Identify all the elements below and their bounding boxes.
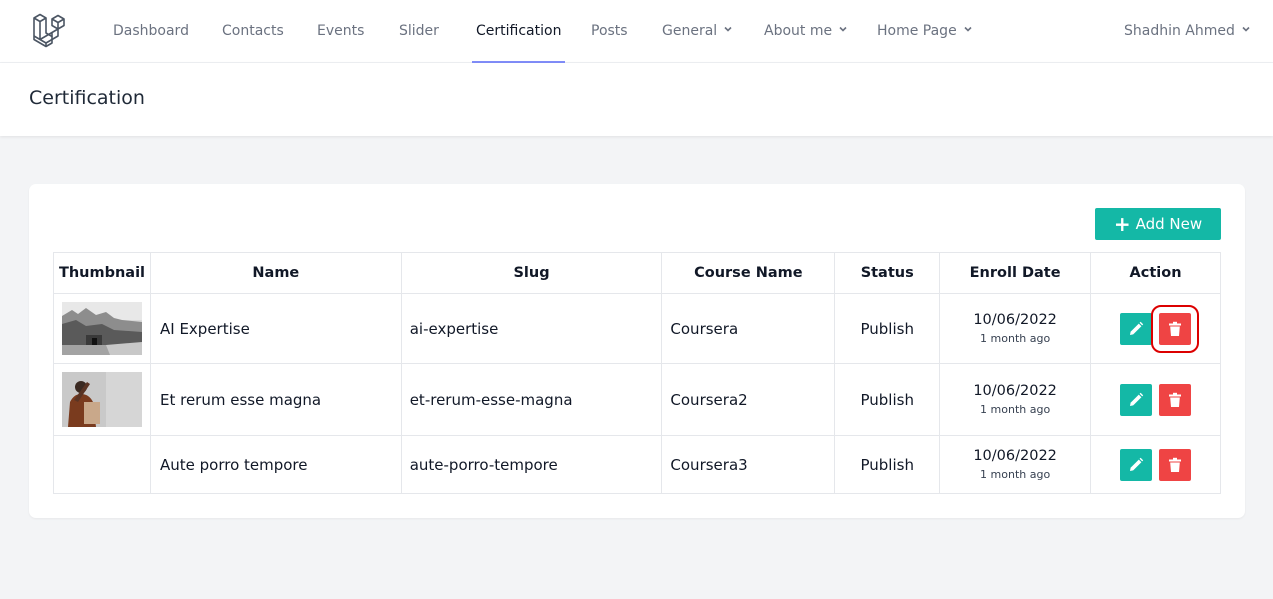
delete-button[interactable] <box>1159 383 1192 416</box>
thumbnail-cell <box>53 435 151 494</box>
column-header-slug: Slug <box>400 252 663 294</box>
pencil-icon <box>1130 392 1144 406</box>
nav-dashboard[interactable]: Dashboard <box>113 0 189 63</box>
slug-cell: ai-expertise <box>400 293 663 364</box>
nav-slider[interactable]: Slider <box>399 0 439 63</box>
nav-homepage-label: Home Page <box>877 23 957 39</box>
trash-icon <box>1169 457 1182 472</box>
column-header-action: Action <box>1090 252 1221 294</box>
thumbnail-image[interactable] <box>62 302 142 355</box>
table-header-row: Thumbnail Name Slug Course Name Status E… <box>53 252 1221 294</box>
action-cell <box>1090 363 1221 436</box>
enroll-date-cell: 10/06/2022 1 month ago <box>939 363 1092 436</box>
nav-about-label: About me <box>764 23 833 39</box>
table-row: AI Expertise ai-expertise Coursera Publi… <box>53 293 1221 364</box>
status-cell: Publish <box>834 363 941 436</box>
thumbnail-cell <box>53 293 151 364</box>
column-header-status: Status <box>834 252 941 294</box>
nav-contacts[interactable]: Contacts <box>222 0 284 63</box>
edit-button[interactable] <box>1120 383 1153 416</box>
add-new-label: Add New <box>1135 215 1203 233</box>
nav-certification[interactable]: Certification <box>471 0 566 63</box>
enroll-date-cell: 10/06/2022 1 month ago <box>939 435 1092 494</box>
edit-button[interactable] <box>1120 312 1153 345</box>
course-cell: Coursera2 <box>661 363 836 436</box>
enroll-date-relative: 1 month ago <box>980 402 1051 416</box>
chevron-down-icon <box>724 26 732 32</box>
enroll-date: 10/06/2022 <box>973 311 1057 328</box>
action-cell <box>1090 435 1221 494</box>
nav-general-dropdown[interactable]: General <box>662 0 733 63</box>
pencil-icon <box>1130 321 1144 335</box>
column-header-enroll-date: Enroll Date <box>939 252 1092 294</box>
add-new-button[interactable]: + Add New <box>1095 208 1221 240</box>
column-header-name: Name <box>149 252 402 294</box>
nav-posts[interactable]: Posts <box>591 0 628 63</box>
enroll-date-relative: 1 month ago <box>980 467 1051 481</box>
course-cell: Coursera <box>661 293 836 364</box>
enroll-date: 10/06/2022 <box>973 447 1057 464</box>
nav-events[interactable]: Events <box>317 0 364 63</box>
user-name: Shadhin Ahmed <box>1124 23 1235 39</box>
thumbnail-image[interactable] <box>62 372 142 427</box>
nav-general-label: General <box>662 23 718 39</box>
delete-button[interactable] <box>1159 448 1192 481</box>
chevron-down-icon <box>964 26 972 32</box>
name-cell: Aute porro tempore <box>149 435 402 494</box>
page-header: Certification <box>0 63 1273 136</box>
nav-about-dropdown[interactable]: About me <box>764 0 848 63</box>
trash-icon <box>1169 321 1182 336</box>
enroll-date: 10/06/2022 <box>973 382 1057 399</box>
enroll-date-relative: 1 month ago <box>980 331 1051 345</box>
table-row: Et rerum esse magna et-rerum-esse-magna … <box>53 363 1221 436</box>
chevron-down-icon <box>839 26 847 32</box>
thumbnail-cell <box>53 363 151 436</box>
edit-button[interactable] <box>1120 448 1153 481</box>
certification-table: Thumbnail Name Slug Course Name Status E… <box>53 252 1221 494</box>
slug-cell: aute-porro-tempore <box>400 435 663 494</box>
nav-homepage-dropdown[interactable]: Home Page <box>877 0 973 63</box>
column-header-course: Course Name <box>661 252 836 294</box>
plus-icon: + <box>1113 212 1131 236</box>
status-cell: Publish <box>834 435 941 494</box>
course-cell: Coursera3 <box>661 435 836 494</box>
slug-cell: et-rerum-esse-magna <box>400 363 663 436</box>
name-cell: Et rerum esse magna <box>149 363 402 436</box>
page-title: Certification <box>29 87 145 109</box>
table-row: Aute porro tempore aute-porro-tempore Co… <box>53 435 1221 494</box>
content-card: + Add New Thumbnail Name Slug Course Nam… <box>29 184 1245 518</box>
column-header-thumbnail: Thumbnail <box>53 252 151 294</box>
trash-icon <box>1169 392 1182 407</box>
chevron-down-icon <box>1242 26 1250 32</box>
enroll-date-cell: 10/06/2022 1 month ago <box>939 293 1092 364</box>
pencil-icon <box>1130 457 1144 471</box>
user-menu-dropdown[interactable]: Shadhin Ahmed <box>1124 0 1251 63</box>
top-navbar: Dashboard Contacts Events Slider Certifi… <box>0 0 1273 63</box>
name-cell: AI Expertise <box>149 293 402 364</box>
laravel-logo-icon[interactable] <box>32 11 70 49</box>
action-cell <box>1090 293 1221 364</box>
status-cell: Publish <box>834 293 941 364</box>
delete-button[interactable] <box>1151 304 1200 353</box>
